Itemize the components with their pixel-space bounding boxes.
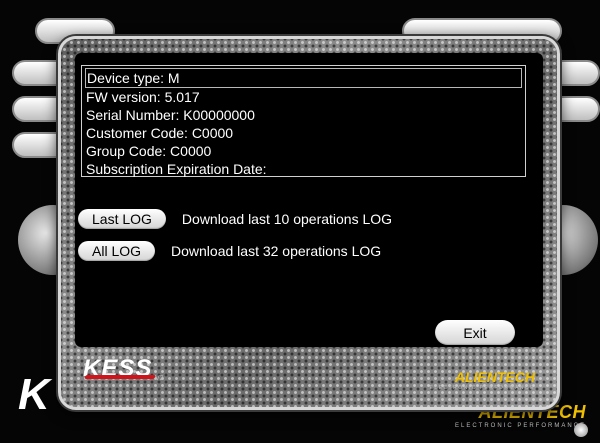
device-type-line: Device type: M [85, 68, 522, 88]
kess-logo-version: V2 [155, 375, 164, 382]
serial-number-line: Serial Number: K00000000 [86, 107, 255, 123]
alientech-logo-tagline: ELECTRONIC PERFORMANCE [429, 385, 535, 391]
alientech-badge-icon [574, 423, 588, 437]
last-log-description: Download last 10 operations LOG [181, 211, 393, 227]
last-log-button[interactable]: Last LOG [78, 209, 166, 229]
background-alientech-tagline: ELECTRONIC PERFORMANCE [454, 423, 586, 429]
all-log-description: Download last 32 operations LOG [171, 243, 382, 259]
subscription-expiration-line: Subscription Expiration Date: [86, 161, 267, 177]
device-info-dialog: Device type: M FW version: 5.017 Serial … [58, 36, 560, 410]
fw-version-line: FW version: 5.017 [86, 89, 200, 105]
kess-logo: KESS V2 [83, 355, 171, 385]
all-log-row: All LOG Download last 32 operations LOG [78, 241, 381, 261]
group-code-line: Group Code: C0000 [86, 143, 212, 159]
alientech-logo: ALIENTECH ELECTRONIC PERFORMANCE [429, 369, 535, 391]
alientech-logo-text: ALIENTECH [454, 369, 535, 385]
last-log-row: Last LOG Download last 10 operations LOG [78, 209, 392, 229]
background-kess-logo: K [18, 370, 50, 419]
customer-code-line: Customer Code: C0000 [86, 125, 234, 141]
all-log-button[interactable]: All LOG [78, 241, 156, 261]
exit-button[interactable]: Exit [435, 320, 515, 345]
device-info-box: Device type: M FW version: 5.017 Serial … [81, 65, 526, 177]
kess-logo-swoosh [84, 375, 156, 379]
